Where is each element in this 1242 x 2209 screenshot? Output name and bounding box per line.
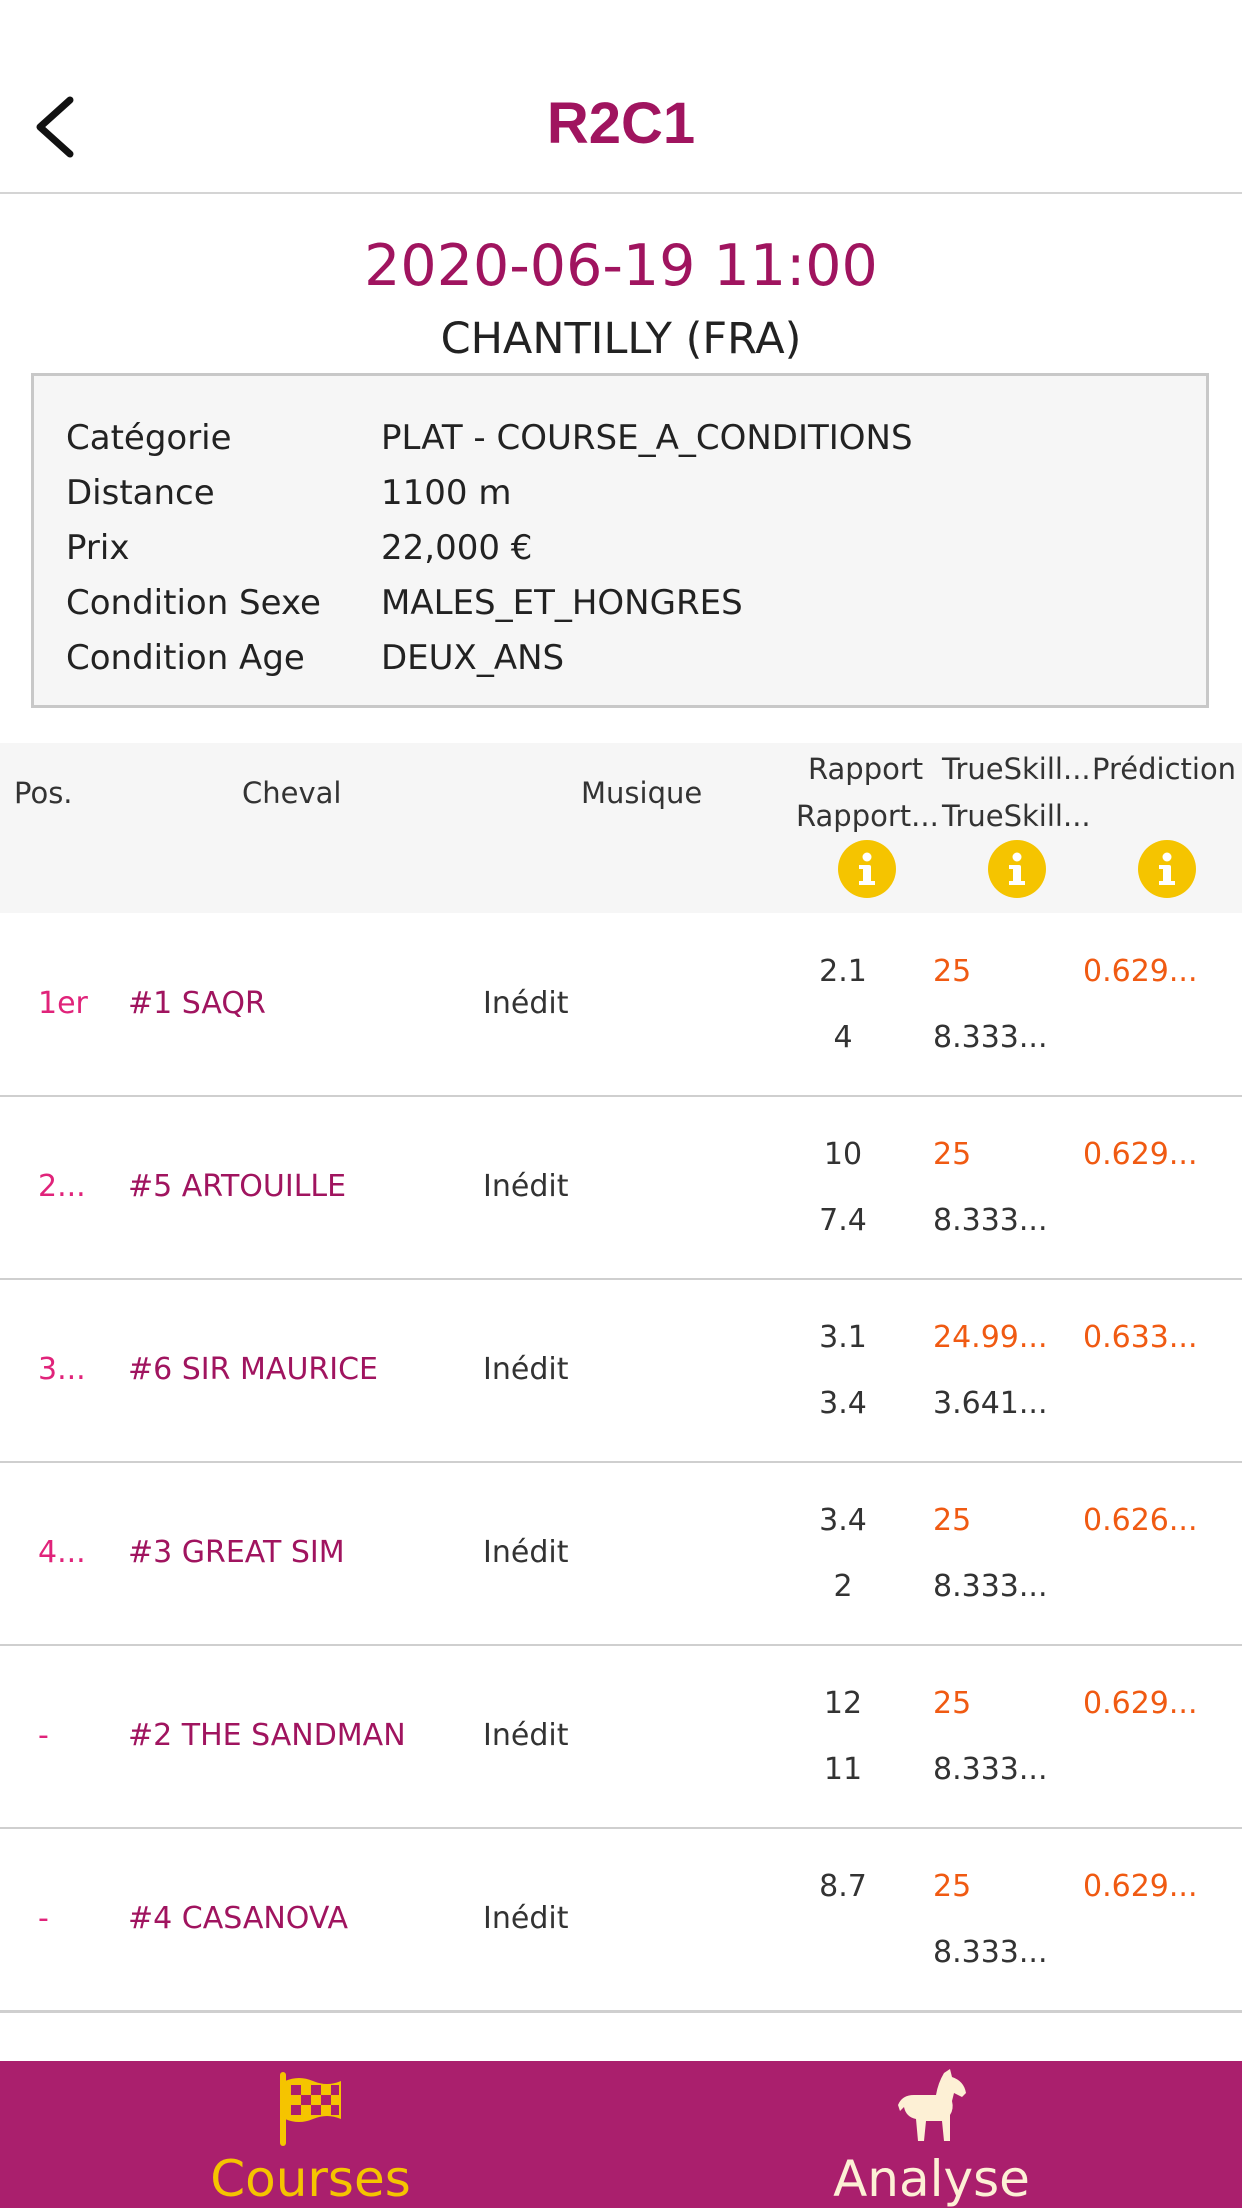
detail-label: Distance (66, 473, 215, 513)
race-details-box: Catégorie PLAT - COURSE_A_CONDITIONS Dis… (31, 373, 1209, 708)
row-position: 4... (38, 1535, 86, 1570)
detail-label: Catégorie (66, 418, 232, 458)
detail-value: 22,000 € (381, 528, 533, 568)
detail-label: Condition Sexe (66, 583, 321, 623)
table-row[interactable]: 3... #6 SIR MAURICE Inédit 3.1 3.4 24.99… (0, 1280, 1242, 1464)
row-horse[interactable]: #6 SIR MAURICE (128, 1348, 378, 1392)
row-prediction: 0.629... (1083, 954, 1198, 989)
page-title: R2C1 (546, 91, 696, 156)
row-music: Inédit (483, 1901, 569, 1936)
row-trueskill-sigma: 8.333... (933, 1203, 1048, 1238)
detail-value: DEUX_ANS (381, 638, 565, 678)
column-header-trueskill[interactable]: TrueSkill... (942, 749, 1091, 789)
row-prediction: 0.629... (1083, 1869, 1198, 1904)
race-datetime: 2020-06-19 11:00 (364, 233, 878, 299)
horse-icon (892, 2067, 972, 2147)
row-position: 1er (38, 986, 88, 1021)
column-header-position[interactable]: Pos. (14, 773, 73, 813)
row-rapport: 12 (823, 1686, 863, 1721)
row-rapport-2: 4 (833, 1020, 853, 1055)
column-header-music[interactable]: Musique (581, 773, 702, 813)
row-trueskill-mu: 25 (933, 1137, 972, 1172)
trueskill-info-icon[interactable] (988, 840, 1046, 898)
row-music: Inédit (483, 1718, 569, 1753)
column-header-rapport[interactable]: Rapport (808, 749, 923, 789)
detail-value: PLAT - COURSE_A_CONDITIONS (381, 418, 913, 458)
row-trueskill-sigma: 8.333... (933, 1020, 1048, 1055)
row-music: Inédit (483, 1352, 569, 1387)
rapport-info-icon[interactable] (838, 840, 896, 898)
checkered-flag-icon (271, 2067, 351, 2147)
table-row[interactable]: - #4 CASANOVA Inédit 8.7 25 8.333... 0.6… (0, 1829, 1242, 2013)
row-trueskill-mu: 25 (933, 1686, 972, 1721)
row-trueskill-mu: 25 (933, 1869, 972, 1904)
row-music: Inédit (483, 1169, 569, 1204)
row-rapport: 10 (823, 1137, 863, 1172)
row-position: 3... (38, 1352, 86, 1387)
row-position: - (38, 1901, 49, 1936)
row-rapport-2: 3.4 (819, 1386, 867, 1421)
row-prediction: 0.629... (1083, 1686, 1198, 1721)
row-trueskill-sigma: 8.333... (933, 1935, 1048, 1970)
row-trueskill-mu: 25 (933, 954, 972, 989)
detail-label: Prix (66, 528, 130, 568)
detail-value: 1100 m (381, 473, 512, 513)
row-horse[interactable]: #5 ARTOUILLE (128, 1165, 346, 1209)
row-position: 2... (38, 1169, 86, 1204)
row-music: Inédit (483, 1535, 569, 1570)
row-prediction: 0.629... (1083, 1137, 1198, 1172)
tab-analyse[interactable]: Analyse (621, 2061, 1242, 2208)
table-row[interactable]: 4... #3 GREAT SIM Inédit 3.4 2 25 8.333.… (0, 1463, 1242, 1647)
column-header-rapport-2[interactable]: Rapport... (796, 796, 939, 836)
row-rapport-2: 11 (823, 1752, 863, 1787)
row-trueskill-sigma: 8.333... (933, 1569, 1048, 1604)
tab-bar: Courses Analyse (0, 2061, 1242, 2208)
row-rapport: 2.1 (819, 954, 867, 989)
prediction-info-icon[interactable] (1138, 840, 1196, 898)
row-horse[interactable]: #1 SAQR (128, 982, 266, 1026)
row-trueskill-sigma: 8.333... (933, 1752, 1048, 1787)
row-rapport: 3.4 (819, 1503, 867, 1538)
row-position: - (38, 1718, 49, 1753)
table-row[interactable]: 2... #5 ARTOUILLE Inédit 10 7.4 25 8.333… (0, 1097, 1242, 1281)
row-horse[interactable]: #3 GREAT SIM (128, 1531, 345, 1575)
row-trueskill-sigma: 3.641... (933, 1386, 1048, 1421)
table-header: Pos. Cheval Musique Rapport Rapport... T… (0, 743, 1242, 913)
race-venue: CHANTILLY (FRA) (440, 314, 802, 364)
detail-value: MALES_ET_HONGRES (381, 583, 743, 623)
row-prediction: 0.626... (1083, 1503, 1198, 1538)
row-rapport: 3.1 (819, 1320, 867, 1355)
row-rapport-2: 2 (833, 1569, 853, 1604)
detail-label: Condition Age (66, 638, 305, 678)
row-horse[interactable]: #4 CASANOVA (128, 1897, 348, 1941)
row-horse[interactable]: #2 THE SANDMAN (128, 1714, 406, 1758)
tab-courses[interactable]: Courses (0, 2061, 621, 2208)
tab-analyse-label: Analyse (833, 2150, 1030, 2208)
row-trueskill-mu: 24.99... (933, 1320, 1048, 1355)
row-trueskill-mu: 25 (933, 1503, 972, 1538)
row-prediction: 0.633... (1083, 1320, 1198, 1355)
table-row[interactable]: - #2 THE SANDMAN Inédit 12 11 25 8.333..… (0, 1646, 1242, 1830)
column-header-prediction[interactable]: Prédiction (1092, 749, 1236, 789)
column-header-horse[interactable]: Cheval (242, 773, 341, 813)
row-rapport-2: 7.4 (819, 1203, 867, 1238)
navigation-bar: R2C1 (0, 0, 1242, 194)
tab-courses-label: Courses (210, 2150, 411, 2208)
column-header-trueskill-2[interactable]: TrueSkill... (942, 796, 1091, 836)
row-rapport: 8.7 (819, 1869, 867, 1904)
row-music: Inédit (483, 986, 569, 1021)
table-row[interactable]: 1er #1 SAQR Inédit 2.1 4 25 8.333... 0.6… (0, 914, 1242, 1098)
